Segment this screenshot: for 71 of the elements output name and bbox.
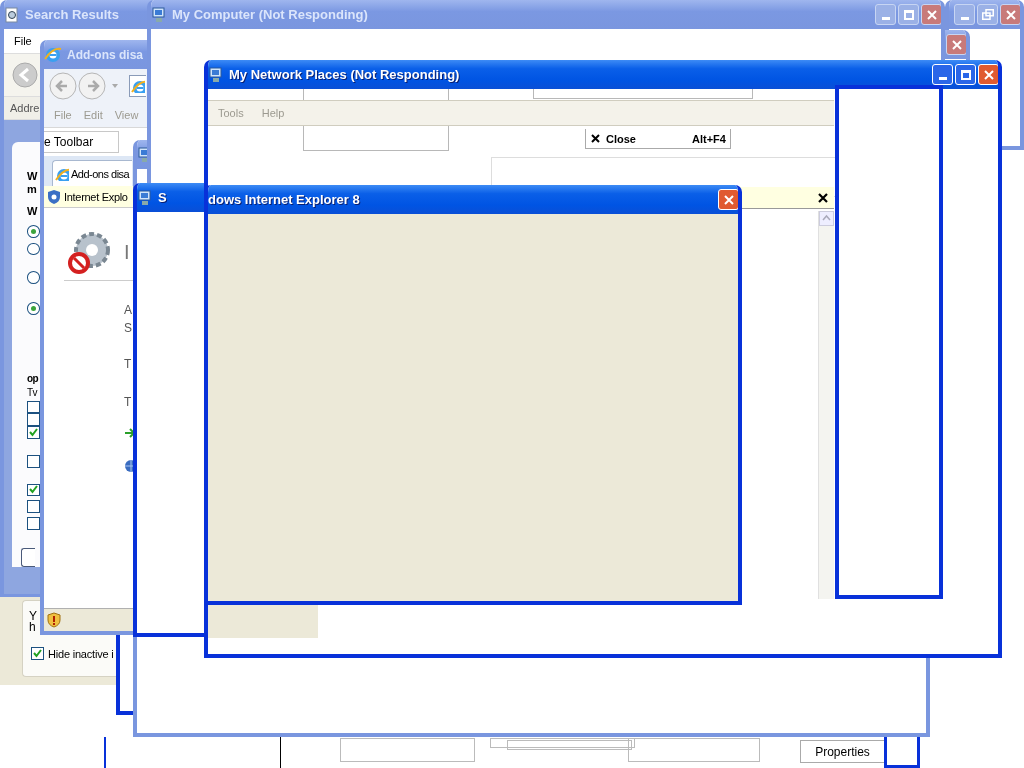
text-line: S — [124, 321, 132, 335]
checkbox[interactable] — [27, 500, 40, 513]
checkbox[interactable] — [27, 426, 40, 439]
text-line: T — [124, 395, 132, 409]
close-button[interactable] — [921, 4, 941, 25]
window-title: My Network Places (Not Responding) — [229, 67, 460, 82]
info-bar[interactable]: Internet Explo — [44, 186, 133, 208]
close-icon — [1005, 9, 1016, 20]
checkbox[interactable] — [27, 516, 40, 530]
checkbox[interactable] — [27, 413, 40, 427]
window-title: S — [158, 190, 167, 205]
menu-item[interactable]: File — [14, 35, 32, 47]
minimize-icon — [960, 17, 969, 20]
close-icon[interactable] — [818, 192, 828, 203]
computer-icon — [208, 66, 224, 83]
notice-text: h — [29, 622, 36, 633]
browser-icon — [44, 45, 62, 64]
address-field[interactable] — [129, 75, 146, 97]
minimize-icon — [881, 17, 890, 20]
text-line: T — [124, 357, 132, 371]
close-icon — [591, 134, 600, 143]
check-icon — [29, 485, 38, 495]
radio-button[interactable] — [27, 242, 40, 256]
window-title: Add-ons disa — [67, 47, 143, 62]
computer-icon — [137, 189, 153, 206]
warning-shield-icon — [47, 612, 61, 628]
shortcut-text: Alt+F4 — [692, 132, 726, 145]
computer-icon — [151, 6, 167, 23]
radio-button[interactable] — [27, 302, 40, 315]
radio-button[interactable] — [27, 271, 40, 285]
label: m — [27, 183, 37, 196]
text-line: A — [124, 303, 132, 317]
shield-icon — [47, 188, 61, 205]
checkbox[interactable] — [27, 454, 40, 468]
document-icon — [4, 6, 20, 23]
radio-button[interactable] — [27, 225, 40, 238]
properties-button[interactable]: Properties — [800, 740, 885, 763]
check-icon — [29, 427, 38, 437]
menu-item[interactable]: Close — [606, 132, 686, 145]
close-icon — [926, 9, 937, 20]
maximize-icon — [960, 69, 971, 80]
window-title: My Computer (Not Responding) — [172, 7, 368, 22]
section-heading: op — [27, 372, 39, 384]
close-icon — [983, 69, 994, 80]
label: W — [27, 205, 38, 218]
checkbox[interactable] — [27, 483, 40, 497]
checkbox[interactable] — [27, 400, 40, 414]
close-icon — [951, 39, 962, 50]
toolbar-field[interactable]: e Toolbar — [44, 131, 119, 153]
restore-icon — [981, 9, 994, 20]
address-label: Addre — [10, 102, 40, 114]
close-button[interactable] — [1000, 4, 1020, 25]
browser-tab[interactable]: Add-ons disa — [52, 160, 132, 186]
notice-text: Y — [29, 611, 37, 622]
scrollbar[interactable] — [818, 211, 834, 599]
checkbox-label[interactable]: Hide inactive i — [48, 647, 114, 660]
browser-icon — [55, 166, 69, 181]
maximize-icon — [903, 9, 914, 20]
minimize-icon — [938, 77, 947, 80]
label: W — [27, 170, 38, 183]
arrow-icon — [124, 427, 136, 439]
button[interactable] — [21, 547, 35, 568]
check-icon — [33, 649, 42, 658]
checkbox[interactable] — [31, 647, 44, 660]
label: Tv — [27, 386, 38, 398]
scroll-up-icon — [819, 211, 834, 226]
window-title: Search Results — [25, 7, 119, 22]
close-icon — [723, 194, 734, 205]
close-button[interactable] — [946, 34, 966, 55]
page-heading: I — [124, 240, 130, 264]
window-title: dows Internet Explorer 8 — [208, 192, 360, 207]
